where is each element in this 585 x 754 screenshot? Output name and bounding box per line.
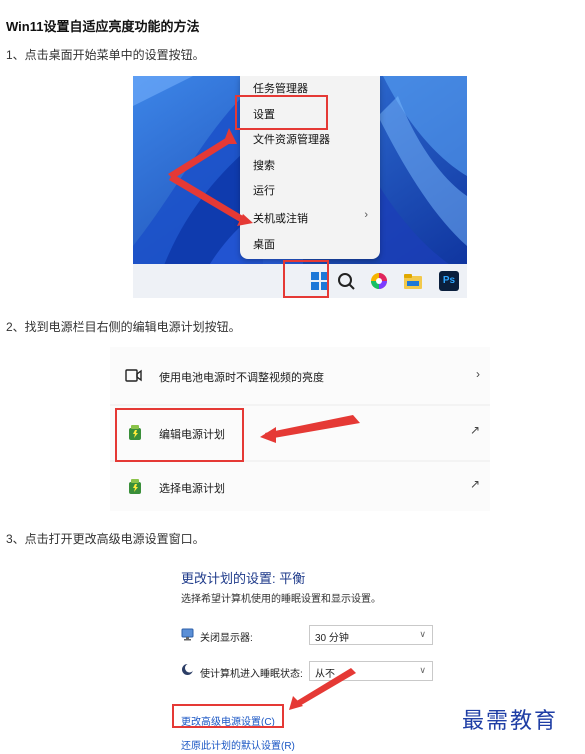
step-2-text: 2、找到电源栏目右侧的编辑电源计划按钮。 — [6, 320, 241, 334]
highlight-box-start — [283, 260, 329, 298]
annotation-arrow — [289, 668, 356, 710]
search-icon[interactable] — [336, 271, 356, 291]
arrow-to-desktop — [169, 174, 243, 222]
arrow-to-settings — [168, 136, 232, 179]
step-1-text: 1、点击桌面开始菜单中的设置按钮。 — [6, 48, 205, 62]
plan-settings-panel: 更改计划的设置: 平衡 选择希望计算机使用的睡眠设置和显示设置。 关闭显示器: … — [165, 560, 445, 754]
watermark-logo: 最需教育 — [462, 708, 559, 733]
article-title: Win11设置自适应亮度功能的方法 — [6, 19, 200, 34]
annotation-arrow — [260, 415, 360, 443]
taskbar: Ps — [133, 260, 467, 298]
step-3-text: 3、点击打开更改高级电源设置窗口。 — [6, 532, 205, 546]
color-wheel-icon[interactable] — [369, 271, 389, 291]
file-explorer-icon[interactable] — [403, 271, 423, 291]
power-settings-panel: 使用电池电源时不调整视频的亮度 › 编辑电源计划 ↗ 选择电源计划 ↗ — [110, 347, 490, 511]
photoshop-icon[interactable]: Ps — [439, 271, 459, 291]
desktop-screenshot: 任务管理器 设置 文件资源管理器 搜索 运行 关机或注销 › 桌面 Ps — [133, 76, 467, 298]
